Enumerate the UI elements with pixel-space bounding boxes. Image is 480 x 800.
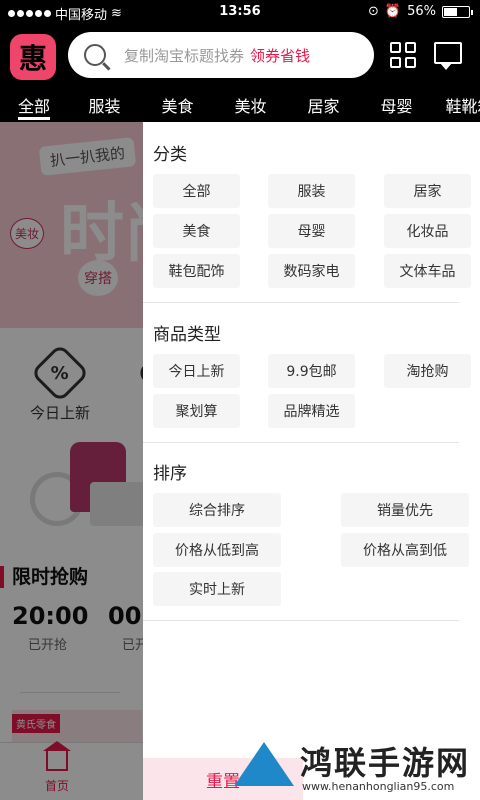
tab-baby[interactable]: 母婴 [360, 84, 433, 122]
mountain-logo-icon [234, 742, 294, 786]
status-right: ⊙ ⏰ 56% [368, 4, 473, 19]
section-divider [143, 620, 459, 621]
battery-icon [442, 5, 473, 18]
sort-section-title: 排序 [153, 464, 187, 484]
tab-home[interactable]: 居家 [287, 84, 360, 122]
section-divider [143, 302, 459, 303]
site-watermark: 鸿联手游网 www.henanhonglian95.com [228, 734, 480, 800]
lock-rotation-icon: ⊙ [368, 4, 379, 19]
search-icon [84, 44, 106, 66]
sort-price-desc[interactable]: 价格从高到低 [341, 533, 469, 567]
filter-type-99[interactable]: 9.9包邮 [268, 354, 355, 388]
filter-category-cosmetics[interactable]: 化妆品 [384, 214, 471, 248]
category-tabs: 全部 服装 美食 美妆 居家 母婴 鞋靴箱 [0, 84, 480, 122]
filter-type-taoqianggou[interactable]: 淘抢购 [384, 354, 471, 388]
filter-category-shoes-bags[interactable]: 鞋包配饰 [153, 254, 240, 288]
alarm-icon: ⏰ [384, 4, 402, 19]
category-grid-icon[interactable] [390, 42, 416, 68]
tab-shoes-bags[interactable]: 鞋靴箱 [433, 84, 480, 122]
tab-beauty[interactable]: 美妆 [214, 84, 287, 122]
tab-all[interactable]: 全部 [0, 84, 68, 122]
status-bar: 中国移动 ≋ 13:56 ⊙ ⏰ 56% [0, 0, 480, 26]
filter-panel: 分类 全部 服装 居家 美食 母婴 化妆品 鞋包配饰 数码家电 文体车品 商品类… [143, 122, 480, 800]
sort-default[interactable]: 综合排序 [153, 493, 281, 527]
search-bar[interactable]: 复制淘宝标题找券 领券省钱 [68, 32, 374, 78]
dim-overlay[interactable] [0, 122, 143, 800]
watermark-title: 鸿联手游网 [300, 744, 471, 782]
filter-category-all[interactable]: 全部 [153, 174, 240, 208]
app-logo[interactable]: 惠 [10, 34, 56, 80]
battery-percent: 56% [407, 4, 436, 19]
sort-latest[interactable]: 实时上新 [153, 572, 281, 606]
tab-food[interactable]: 美食 [141, 84, 214, 122]
filter-category-food[interactable]: 美食 [153, 214, 240, 248]
search-highlight: 领券省钱 [250, 46, 311, 65]
filter-category-home[interactable]: 居家 [384, 174, 471, 208]
sort-sales[interactable]: 销量优先 [341, 493, 469, 527]
app-header: 惠 复制淘宝标题找券 领券省钱 [0, 26, 480, 84]
sort-price-asc[interactable]: 价格从低到高 [153, 533, 281, 567]
tab-clothing[interactable]: 服装 [68, 84, 141, 122]
watermark-url: www.henanhonglian95.com [302, 780, 455, 793]
filter-category-clothing[interactable]: 服装 [268, 174, 355, 208]
section-divider [143, 442, 459, 443]
filter-category-sports[interactable]: 文体车品 [384, 254, 471, 288]
message-icon[interactable] [434, 42, 462, 70]
filter-type-juhuasuan[interactable]: 聚划算 [153, 394, 240, 428]
type-section-title: 商品类型 [153, 325, 221, 345]
filter-type-brand[interactable]: 品牌精选 [268, 394, 355, 428]
filter-type-new[interactable]: 今日上新 [153, 354, 240, 388]
search-placeholder: 复制淘宝标题找券 [124, 46, 245, 65]
category-section-title: 分类 [153, 145, 187, 165]
filter-category-baby[interactable]: 母婴 [268, 214, 355, 248]
filter-category-digital[interactable]: 数码家电 [268, 254, 355, 288]
